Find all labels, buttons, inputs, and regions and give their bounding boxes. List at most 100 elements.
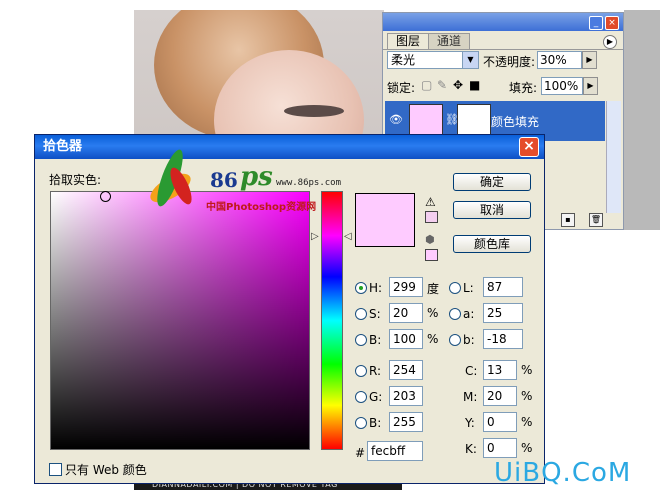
cancel-button[interactable]: 取消	[453, 201, 531, 219]
rgb-b-label: B:	[369, 416, 382, 430]
eye-icon[interactable]: 👁	[389, 113, 403, 126]
l-input[interactable]: 87	[483, 277, 523, 297]
s-unit: %	[427, 306, 439, 320]
b-input[interactable]: 100	[389, 329, 423, 349]
fill-arrow-icon[interactable]: ▶	[583, 77, 598, 95]
lock-move-icon[interactable]: ✥	[453, 78, 463, 92]
y-unit: %	[521, 415, 533, 429]
workspace-background	[624, 10, 660, 230]
lock-brush-icon[interactable]: ✎	[437, 78, 447, 92]
layer-name: 颜色填充	[491, 115, 540, 129]
fill-input[interactable]: 100%	[541, 77, 583, 95]
a-radio[interactable]	[449, 308, 461, 320]
a-input[interactable]: 25	[483, 303, 523, 323]
close-icon[interactable]: ×	[519, 137, 539, 157]
s-label: S:	[369, 307, 381, 321]
y-input[interactable]: 0	[483, 412, 517, 432]
web-swatch[interactable]	[425, 249, 438, 261]
tab-channels[interactable]: 通道	[428, 33, 471, 49]
lab-b-label: b:	[463, 333, 475, 347]
m-label: M:	[463, 390, 478, 404]
checkbox-icon[interactable]	[49, 463, 62, 476]
k-label: K:	[465, 442, 477, 456]
h-input[interactable]: 299	[389, 277, 423, 297]
h-unit: 度	[427, 282, 440, 296]
layer-mask-thumbnail	[457, 104, 491, 138]
lab-b-input[interactable]: -18	[483, 329, 523, 349]
gamut-warning-icon[interactable]: ⚠	[425, 195, 436, 209]
blend-mode-value: 柔光	[391, 53, 416, 67]
l-label: L:	[463, 281, 474, 295]
y-label: Y:	[465, 416, 475, 430]
hue-pointer-right-icon[interactable]: ◁	[344, 231, 352, 242]
s-radio[interactable]	[355, 308, 367, 320]
layers-scrollbar[interactable]	[606, 101, 621, 213]
new-layer-icon[interactable]: ▪	[561, 213, 575, 227]
s-input[interactable]: 20	[389, 303, 423, 323]
r-radio[interactable]	[355, 365, 367, 377]
k-input[interactable]: 0	[483, 438, 517, 458]
lock-row: 锁定: ▢ ✎ ✥ ■ 填充: 100% ▶	[387, 77, 619, 99]
tab-layers[interactable]: 图层	[387, 33, 430, 49]
hex-input[interactable]: fecbff	[367, 441, 423, 461]
c-label: C:	[465, 364, 478, 378]
r-input[interactable]: 254	[389, 360, 423, 380]
hue-pointer-left-icon[interactable]: ▷	[311, 231, 319, 242]
blend-row: 柔光 ▼ 不透明度: 30% ▶	[387, 51, 619, 73]
layer-thumbnail	[409, 104, 443, 138]
b-radio[interactable]	[355, 334, 367, 346]
web-only-checkbox[interactable]: 只有 Web 颜色	[49, 461, 147, 478]
lock-all-icon[interactable]: ■	[469, 78, 480, 92]
hex-label: #	[355, 446, 366, 460]
panel-menu-icon[interactable]: ▶	[603, 35, 617, 49]
hue-slider[interactable]	[321, 191, 343, 450]
opacity-input[interactable]: 30%	[537, 51, 582, 69]
lock-transparent-icon[interactable]: ▢	[421, 78, 432, 92]
color-field-cursor[interactable]	[100, 191, 111, 202]
h-radio[interactable]	[355, 282, 367, 294]
logo-ps: ps	[240, 162, 273, 192]
fill-label: 填充:	[509, 81, 538, 95]
layers-titlebar	[383, 13, 623, 31]
site-watermark: UiBQ.CoM	[494, 458, 632, 488]
logo-chinese-text: 中国Photoshop资源网	[206, 202, 317, 213]
color-field[interactable]	[50, 191, 310, 450]
web-only-label: 只有 Web 颜色	[65, 463, 147, 477]
watermark-logo: 86 ps www.86ps.com 中国Photoshop资源网	[146, 118, 348, 218]
a-label: a:	[463, 307, 475, 321]
m-unit: %	[521, 389, 533, 403]
g-input[interactable]: 203	[389, 386, 423, 406]
lab-b-radio[interactable]	[449, 334, 461, 346]
new-color-swatch	[355, 193, 415, 247]
m-input[interactable]: 20	[483, 386, 517, 406]
rgb-b-input[interactable]: 255	[389, 412, 423, 432]
r-label: R:	[369, 364, 382, 378]
gamut-swatch[interactable]	[425, 211, 438, 223]
ok-button[interactable]: 确定	[453, 173, 531, 191]
opacity-label: 不透明度:	[483, 55, 536, 69]
k-unit: %	[521, 441, 533, 455]
logo-number: 86	[210, 168, 238, 192]
h-label: H:	[369, 281, 383, 295]
background-area	[0, 0, 134, 135]
close-icon[interactable]: ×	[605, 16, 619, 30]
opacity-arrow-icon[interactable]: ▶	[582, 51, 597, 69]
rgb-b-radio[interactable]	[355, 417, 367, 429]
logo-url: www.86ps.com	[276, 178, 342, 188]
chevron-down-icon: ▼	[462, 52, 478, 68]
g-label: G:	[369, 390, 383, 404]
trash-icon[interactable]: 🗑	[589, 213, 603, 227]
minimize-icon[interactable]: _	[589, 16, 603, 30]
blend-mode-select[interactable]: 柔光 ▼	[387, 51, 479, 69]
b-unit: %	[427, 332, 439, 346]
pick-label: 拾取实色:	[49, 173, 102, 187]
c-input[interactable]: 13	[483, 360, 517, 380]
c-unit: %	[521, 363, 533, 377]
g-radio[interactable]	[355, 391, 367, 403]
color-library-button[interactable]: 颜色库	[453, 235, 531, 253]
l-radio[interactable]	[449, 282, 461, 294]
photo-eye	[284, 105, 344, 117]
web-cube-icon[interactable]: ⬢	[425, 233, 435, 246]
layers-tabs: 图层 通道	[387, 33, 471, 49]
lock-label: 锁定:	[387, 81, 416, 95]
